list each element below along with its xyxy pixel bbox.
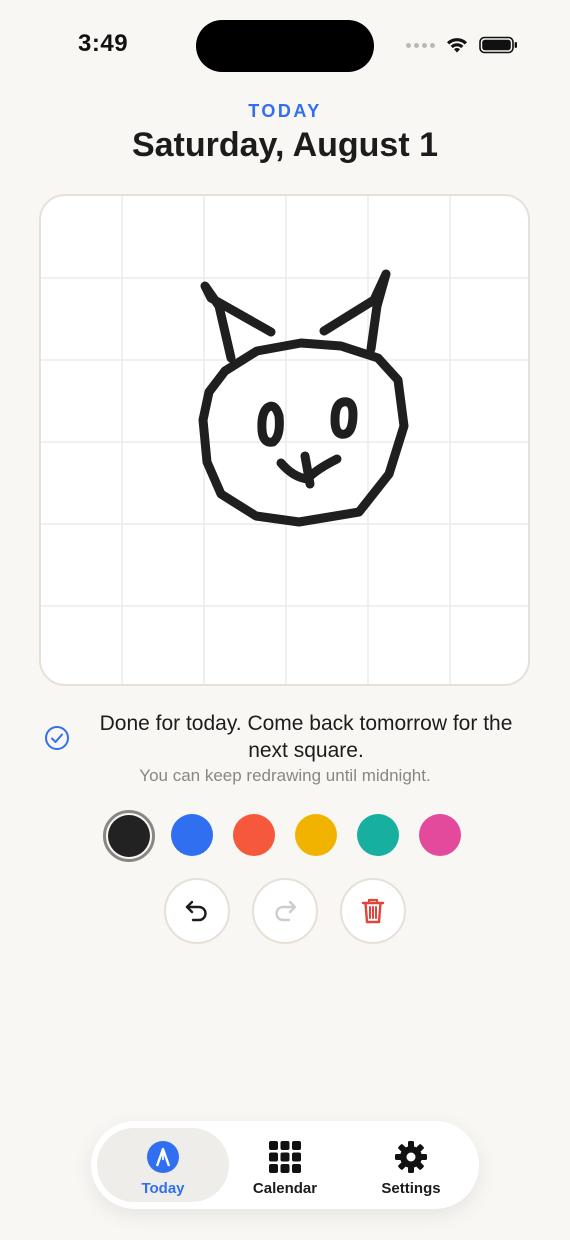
cat-drawing (198, 269, 409, 527)
trash-icon (361, 898, 385, 924)
tab-calendar[interactable]: Calendar (229, 1128, 341, 1202)
color-swatch-teal[interactable] (357, 814, 399, 856)
gear-icon (395, 1141, 427, 1173)
tab-label-today: Today (141, 1180, 185, 1197)
clear-button[interactable] (340, 878, 406, 944)
color-swatch-yellow[interactable] (295, 814, 337, 856)
redo-icon (275, 900, 297, 922)
color-swatch-pink[interactable] (419, 814, 461, 856)
battery-icon (479, 36, 517, 54)
done-text: Done for today. Come back tomorrow for t… (99, 712, 513, 762)
status-time: 3:49 (78, 30, 129, 57)
page-title: Saturday, August 1 (131, 126, 439, 164)
dynamic-island (196, 20, 374, 72)
status-icons (406, 36, 519, 54)
date-eyebrow: TODAY (248, 101, 322, 121)
drawing-canvas[interactable] (39, 194, 530, 686)
undo-icon (185, 900, 207, 922)
undo-button[interactable] (164, 878, 230, 944)
redo-button[interactable] (252, 878, 318, 944)
color-swatch-orange[interactable] (233, 814, 275, 856)
color-swatch-blue[interactable] (171, 814, 213, 856)
tab-settings[interactable]: Settings (353, 1128, 469, 1202)
tab-today[interactable]: Today (97, 1128, 229, 1202)
signal-dots-icon (406, 42, 435, 48)
wifi-icon (447, 38, 467, 53)
color-palette (0, 810, 570, 862)
calendar-grid-icon (269, 1141, 301, 1173)
tab-bar: Today Calendar Settings (91, 1121, 479, 1209)
tab-label-calendar: Calendar (252, 1180, 318, 1197)
checkmark-circle-icon (45, 726, 69, 750)
tab-label-settings: Settings (381, 1180, 441, 1197)
pen-nib-icon (147, 1141, 179, 1173)
redraw-hint: You can keep redrawing until midnight. (139, 766, 431, 785)
color-swatch-black[interactable] (103, 810, 155, 862)
